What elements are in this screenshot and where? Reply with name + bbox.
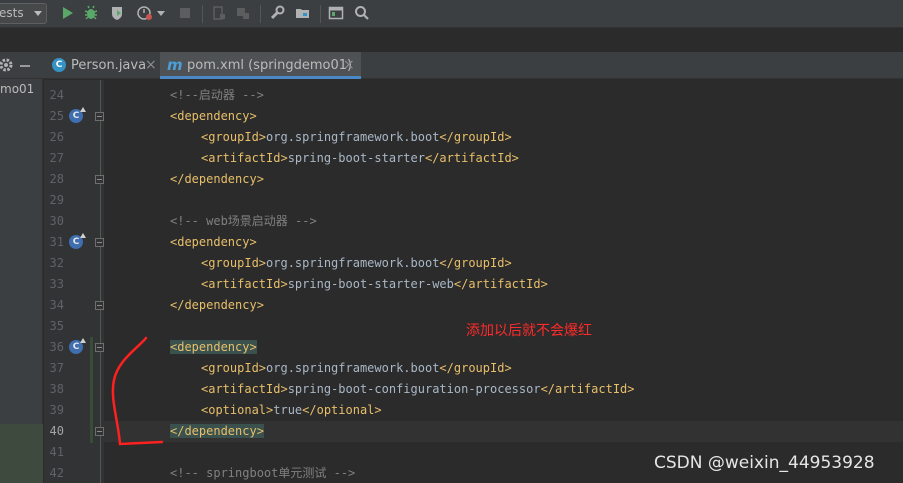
annotation-text: 添加以后就不会爆红 xyxy=(466,323,592,339)
red-bracket-annotation xyxy=(111,336,164,446)
watermark: CSDN @weixin_44953928 xyxy=(654,453,875,473)
